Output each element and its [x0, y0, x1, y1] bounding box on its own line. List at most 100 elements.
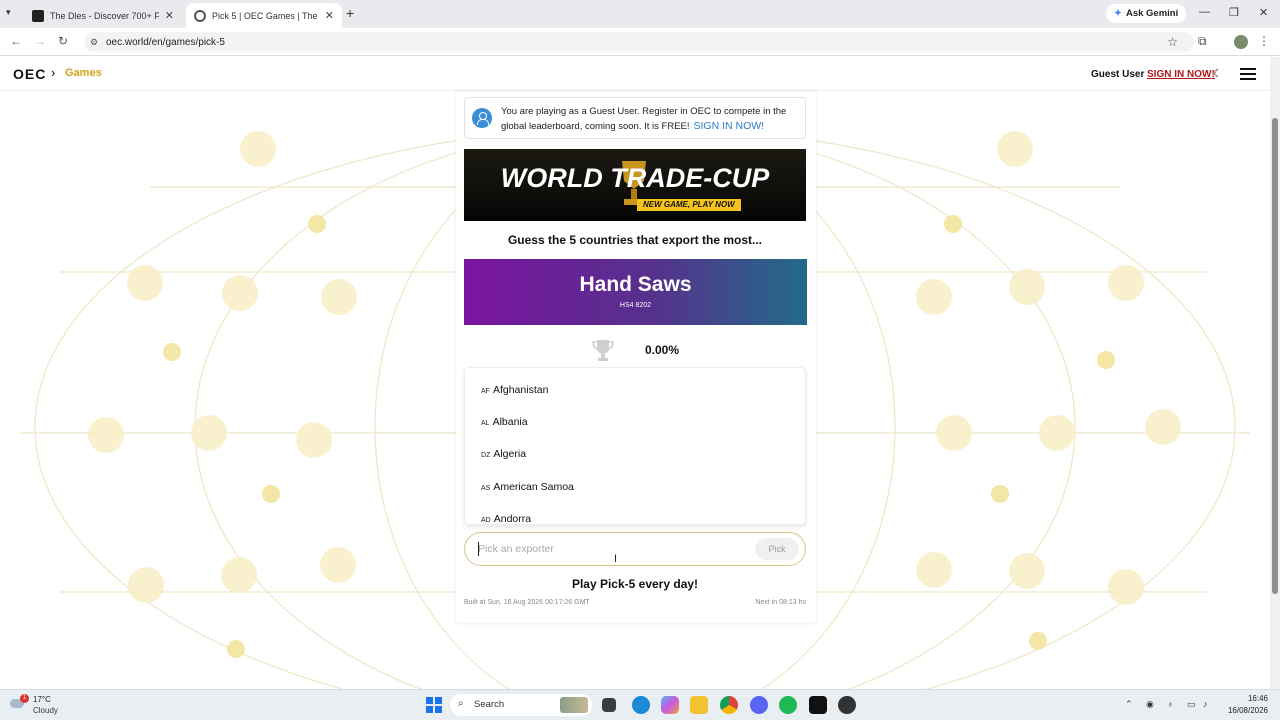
option-name: Andorra: [493, 513, 532, 525]
reload-icon[interactable]: ↻: [58, 34, 68, 48]
user-avatar-icon: [472, 108, 492, 128]
pick-exporter-input[interactable]: [478, 540, 738, 558]
tab-title: Pick 5 | OEC Games | The Obser: [212, 10, 319, 21]
pick-button[interactable]: Pick: [755, 538, 799, 560]
notice-signin-link[interactable]: SIGN IN NOW!: [694, 120, 765, 132]
option-name: Afghanistan: [492, 384, 549, 396]
dark-mode-moon-icon[interactable]: ☾: [1213, 67, 1223, 80]
text-cursor-icon: I: [614, 553, 618, 565]
option-name: Albania: [492, 416, 528, 428]
dles-favicon-icon: [32, 9, 44, 22]
browser-tab-bar: ▾ The Dles - Discover 700+ Free D ✕ Pick…: [0, 0, 1280, 28]
dropdown-option[interactable]: AD Andorra: [481, 513, 532, 525]
close-window-icon[interactable]: ✕: [1259, 6, 1268, 19]
profile-avatar[interactable]: [1234, 35, 1248, 49]
restore-icon[interactable]: ❐: [1229, 6, 1239, 19]
windows-taskbar: 1 17°C Cloudy ⌕ Search ⌃ ◉ ♁ ▭ ♪ 16:46 1…: [0, 689, 1280, 720]
product-code: HS4 8202: [619, 302, 652, 309]
discord-icon[interactable]: [750, 696, 768, 714]
taskbar-search-label: Search: [474, 699, 505, 710]
microphone-icon[interactable]: ♁: [1167, 699, 1174, 709]
option-name: American Samoa: [493, 481, 574, 493]
country-dropdown[interactable]: AF Afghanistan AL Albania DZ Algeria AS Amer…: [464, 367, 806, 525]
spotify-icon[interactable]: [779, 696, 797, 714]
file-explorer-icon[interactable]: [690, 696, 708, 714]
banner-title: WORLD TRADE-CUP: [500, 163, 770, 193]
edge-icon[interactable]: [632, 696, 650, 714]
tab-the-dles[interactable]: The Dles - Discover 700+ Free D ✕: [24, 3, 182, 28]
breadcrumb-games[interactable]: Games: [65, 67, 102, 79]
breadcrumb-chevron-icon: ›: [51, 65, 56, 80]
option-iso: AF: [481, 388, 490, 395]
tray-chevron-icon[interactable]: ⌃: [1125, 699, 1133, 710]
extensions-icon[interactable]: ⧉: [1198, 34, 1207, 49]
url-bar[interactable]: ⚙ oec.world/en/games/pick-5 ☆: [84, 32, 1194, 52]
network-icon[interactable]: ◉: [1146, 699, 1154, 710]
play-daily-text: Play Pick-5 every day!: [571, 577, 699, 591]
option-iso: AD: [481, 517, 491, 524]
gemini-sparkle-icon: ✦: [1114, 8, 1122, 19]
tab-pick-5[interactable]: Pick 5 | OEC Games | The Obser ✕: [186, 3, 342, 28]
world-trade-cup-banner[interactable]: WORLD TRADE-CUP NEW GAME, PLAY NOW: [464, 149, 806, 221]
next-countdown: Next in 08:13 hs: [755, 599, 806, 606]
dropdown-option[interactable]: AF Afghanistan: [481, 384, 548, 396]
tab-list-chevron-icon[interactable]: ▾: [6, 7, 11, 18]
built-timestamp: Built at Sun, 16 Aug 2026 00:17:26 GMT: [464, 599, 590, 606]
chrome-icon[interactable]: [720, 696, 738, 714]
browser-menu-icon[interactable]: ⋮: [1258, 34, 1270, 48]
copilot-icon[interactable]: [661, 696, 679, 714]
clock-date: 16/08/2026: [1227, 706, 1268, 715]
scrollbar-thumb[interactable]: [1272, 118, 1278, 594]
guest-notice-text: You are playing as a Guest User. Registe…: [501, 104, 801, 134]
close-tab-icon[interactable]: ✕: [325, 9, 334, 22]
product-name: Hand Saws: [579, 273, 692, 296]
dropdown-option[interactable]: AL Albania: [481, 416, 528, 428]
ask-gemini-label: Ask Gemini: [1125, 8, 1179, 19]
trophy-icon: [592, 340, 614, 361]
ask-gemini-button[interactable]: ✦ Ask Gemini: [1106, 4, 1187, 23]
game-card: You are playing as a Guest User. Registe…: [456, 91, 816, 623]
windows-start-icon[interactable]: [426, 697, 442, 713]
display-icon[interactable]: ▭: [1187, 699, 1196, 710]
address-toolbar: ← → ↻ ⚙ oec.world/en/games/pick-5 ☆ ⧉ ⋮: [0, 28, 1280, 56]
dropdown-option[interactable]: DZ Algeria: [481, 448, 526, 460]
app-icon[interactable]: [838, 696, 856, 714]
option-iso: DZ: [481, 452, 491, 459]
guest-user-label: Guest User: [1091, 69, 1145, 80]
capcut-icon[interactable]: [809, 696, 827, 714]
weather-widget[interactable]: 1 17°C Cloudy: [10, 694, 70, 718]
clock-time: 16:46: [1247, 694, 1268, 703]
back-icon[interactable]: ←: [10, 34, 22, 48]
banner-ribbon: NEW GAME, PLAY NOW: [637, 199, 741, 211]
hamburger-menu-icon[interactable]: [1240, 68, 1256, 80]
taskbar-clock[interactable]: 16:46 16/08/2026: [1222, 693, 1268, 717]
forward-icon[interactable]: →: [34, 34, 46, 48]
search-icon: ⌕: [458, 698, 464, 709]
oec-favicon-icon: [194, 9, 206, 22]
product-panel: Hand Saws HS4 8202: [464, 259, 807, 325]
score-percentage: 0.00%: [645, 343, 680, 357]
oec-header: OEC › Games Guest User SIGN IN NOW! ☾: [0, 57, 1270, 91]
weather-badge: 1: [20, 694, 29, 703]
option-iso: AS: [481, 485, 491, 492]
new-tab-icon[interactable]: +: [346, 5, 354, 21]
guest-notice: You are playing as a Guest User. Registe…: [464, 97, 806, 139]
game-prompt: Guess the 5 countries that export the mo…: [507, 233, 763, 247]
task-view-icon[interactable]: [602, 698, 616, 712]
bookmark-star-icon[interactable]: ☆: [1167, 35, 1178, 49]
page-viewport: OEC › Games Guest User SIGN IN NOW! ☾ Yo…: [0, 57, 1270, 689]
tab-title: The Dles - Discover 700+ Free D: [50, 10, 159, 21]
pick-exporter-field[interactable]: Pick: [464, 532, 806, 566]
dropdown-option[interactable]: AS American Samoa: [481, 481, 574, 493]
site-info-icon[interactable]: ⚙: [90, 37, 98, 48]
minimize-icon[interactable]: —: [1199, 6, 1210, 18]
close-tab-icon[interactable]: ✕: [165, 9, 174, 22]
oec-logo[interactable]: OEC: [13, 66, 46, 82]
taskbar-search[interactable]: ⌕ Search: [450, 694, 592, 716]
volume-icon[interactable]: ♪: [1203, 699, 1208, 709]
header-signin-link[interactable]: SIGN IN NOW!: [1147, 69, 1215, 80]
text-caret: [478, 542, 479, 556]
weather-temp: 17°C: [33, 695, 51, 704]
option-name: Algeria: [493, 448, 527, 460]
search-highlight-image: [560, 697, 588, 713]
